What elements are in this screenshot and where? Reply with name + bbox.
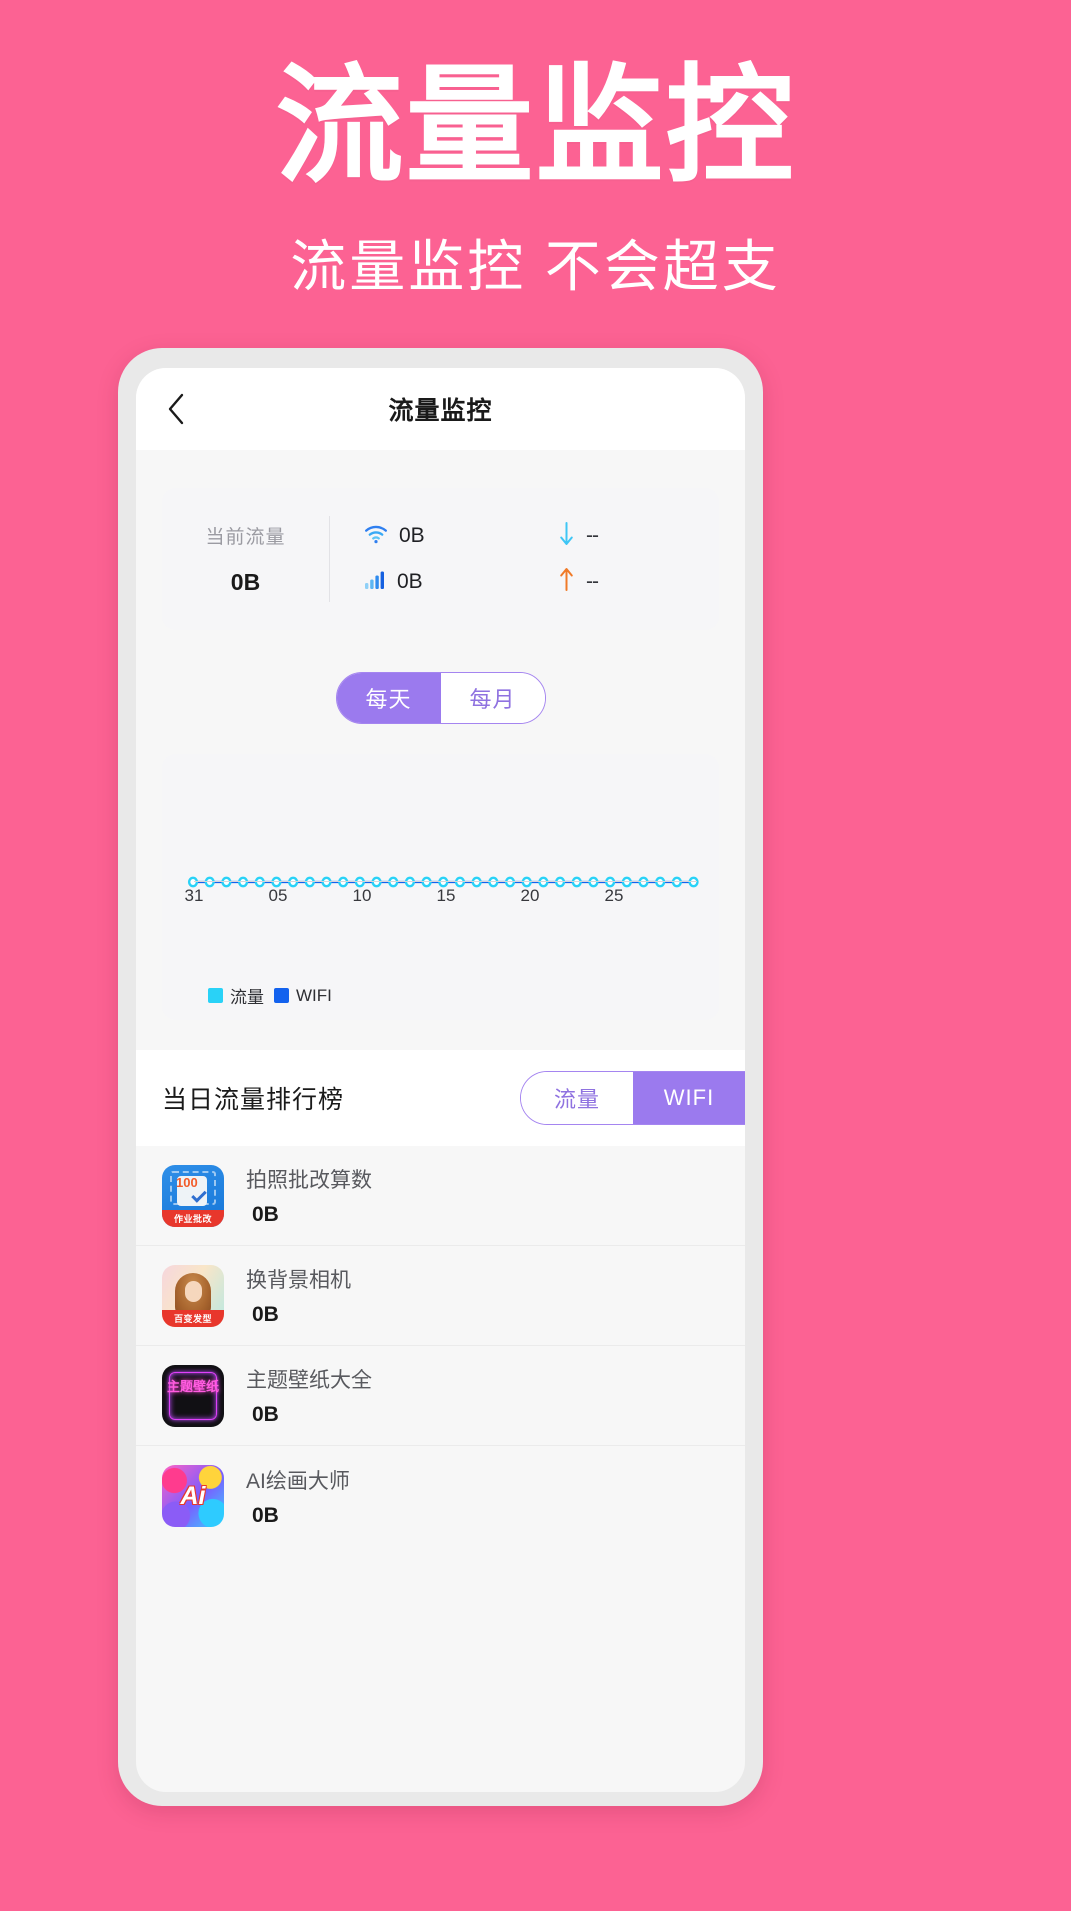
period-toggle-monthly[interactable]: 每月 [440, 673, 545, 723]
phone-mockup: 流量监控 当前流量 0B 0B 0B -- -- 每天 每月 31 05 10 … [118, 348, 763, 1806]
ranking-type-toggle[interactable]: 流量 WIFI [520, 1071, 745, 1125]
arrow-down-icon [558, 521, 575, 552]
download-speed-value: -- [586, 524, 599, 547]
app-name: 拍照批改算数 [246, 1169, 372, 1192]
chart-svg [180, 764, 701, 950]
page-title: 流量监控 [388, 397, 493, 425]
app-icon-text: 100 [176, 1174, 198, 1190]
current-usage-value: 0B [230, 569, 261, 595]
list-item[interactable]: 主题壁纸 主题壁纸大全 0B [136, 1346, 745, 1446]
list-item[interactable]: 100 作业批改 拍照批改算数 0B [136, 1146, 745, 1246]
ranking-title: 当日流量排行榜 [162, 1086, 345, 1114]
app-meta: 换背景相机 0B [246, 1264, 351, 1327]
chart-x-tick-labels: 31 05 10 15 20 25 [185, 886, 697, 910]
wifi-usage-row: 0B [364, 513, 508, 559]
phone-screen: 流量监控 当前流量 0B 0B 0B -- -- 每天 每月 31 05 10 … [136, 368, 745, 1792]
usage-chart-card: 31 05 10 15 20 25 流量 WIFI [162, 754, 719, 1020]
chart-x-tick: 15 [436, 886, 456, 905]
chart-x-tick: 25 [604, 886, 624, 905]
chart-x-axis [194, 881, 697, 882]
list-item[interactable]: Ai AI绘画大师 0B [136, 1446, 745, 1546]
legend-swatch [274, 988, 289, 1003]
app-header: 流量监控 [136, 368, 745, 450]
app-meta: 拍照批改算数 0B [246, 1164, 372, 1227]
upload-speed-row: -- [558, 559, 719, 605]
chart-legend-item: WIFI [274, 986, 332, 1006]
face-shape [185, 1280, 202, 1302]
app-icon-wallpaper: 主题壁纸 [162, 1364, 224, 1427]
ranking-app-list: 100 作业批改 拍照批改算数 0B 百变发型 换背景相机 0B 主题壁纸 主题… [136, 1146, 745, 1546]
app-icon-badge: 百变发型 [162, 1309, 224, 1327]
app-icon-text: 主题壁纸 [166, 1378, 219, 1394]
current-usage-label: 当前流量 [205, 527, 286, 548]
current-usage-summary: 当前流量 0B [162, 516, 330, 602]
app-meta: 主题壁纸大全 0B [246, 1364, 372, 1427]
period-toggle[interactable]: 每天 每月 [335, 672, 546, 724]
chart-x-tick: 05 [268, 886, 288, 905]
app-usage-size: 0B [252, 1503, 279, 1527]
period-toggle-daily[interactable]: 每天 [336, 673, 441, 723]
app-meta: AI绘画大师 0B [246, 1465, 350, 1528]
chart-legend-item: 流量 [208, 983, 264, 1008]
current-usage-card: 当前流量 0B 0B 0B -- -- [162, 488, 719, 630]
app-usage-size: 0B [252, 1203, 279, 1226]
upload-speed-value: -- [586, 570, 599, 593]
usage-line-chart: 31 05 10 15 20 25 [180, 764, 701, 950]
wifi-usage-value: 0B [399, 524, 425, 547]
arrow-up-icon [558, 567, 575, 598]
list-item[interactable]: 百变发型 换背景相机 0B [136, 1246, 745, 1346]
app-icon-homework: 100 作业批改 [162, 1164, 224, 1227]
wifi-icon [364, 524, 388, 549]
signal-bars-icon [364, 570, 386, 595]
chart-x-tick: 20 [520, 886, 540, 905]
app-icon-ai: Ai [162, 1465, 224, 1527]
download-speed-row: -- [558, 513, 719, 559]
app-name: 主题壁纸大全 [246, 1369, 372, 1392]
ranking-toggle-data[interactable]: 流量 [521, 1072, 633, 1124]
ranking-header: 当日流量排行榜 流量 WIFI [136, 1050, 745, 1146]
period-toggle-wrap: 每天 每月 [136, 672, 745, 724]
legend-label: WIFI [296, 985, 332, 1005]
promo-banner: 流量监控 流量监控 不会超支 [0, 0, 1071, 303]
usage-speed: -- -- [508, 513, 719, 605]
app-icon-badge: 作业批改 [162, 1209, 224, 1227]
chevron-left-icon [165, 392, 187, 426]
promo-subtitle: 流量监控 不会超支 [290, 235, 781, 299]
chart-x-tick: 10 [352, 886, 372, 905]
app-usage-size: 0B [252, 1403, 279, 1426]
legend-label: 流量 [230, 988, 264, 1007]
chart-legend: 流量 WIFI [208, 983, 332, 1008]
app-usage-size: 0B [252, 1303, 279, 1326]
legend-swatch [208, 988, 223, 1003]
cellular-usage-row: 0B [364, 559, 508, 605]
app-icon-camera: 百变发型 [162, 1264, 224, 1327]
app-name: 换背景相机 [246, 1269, 351, 1292]
app-name: AI绘画大师 [246, 1469, 350, 1493]
promo-title: 流量监控 [275, 55, 796, 198]
cellular-usage-value: 0B [397, 570, 423, 593]
usage-by-network: 0B 0B [330, 513, 508, 605]
app-icon-text: Ai [180, 1482, 206, 1510]
back-button[interactable] [158, 391, 194, 427]
ranking-section: 当日流量排行榜 流量 WIFI 100 作业批改 拍照批改算数 0B 百变发型 … [136, 1050, 745, 1546]
ranking-toggle-wifi[interactable]: WIFI [633, 1072, 745, 1124]
chart-x-tick: 31 [184, 886, 204, 905]
